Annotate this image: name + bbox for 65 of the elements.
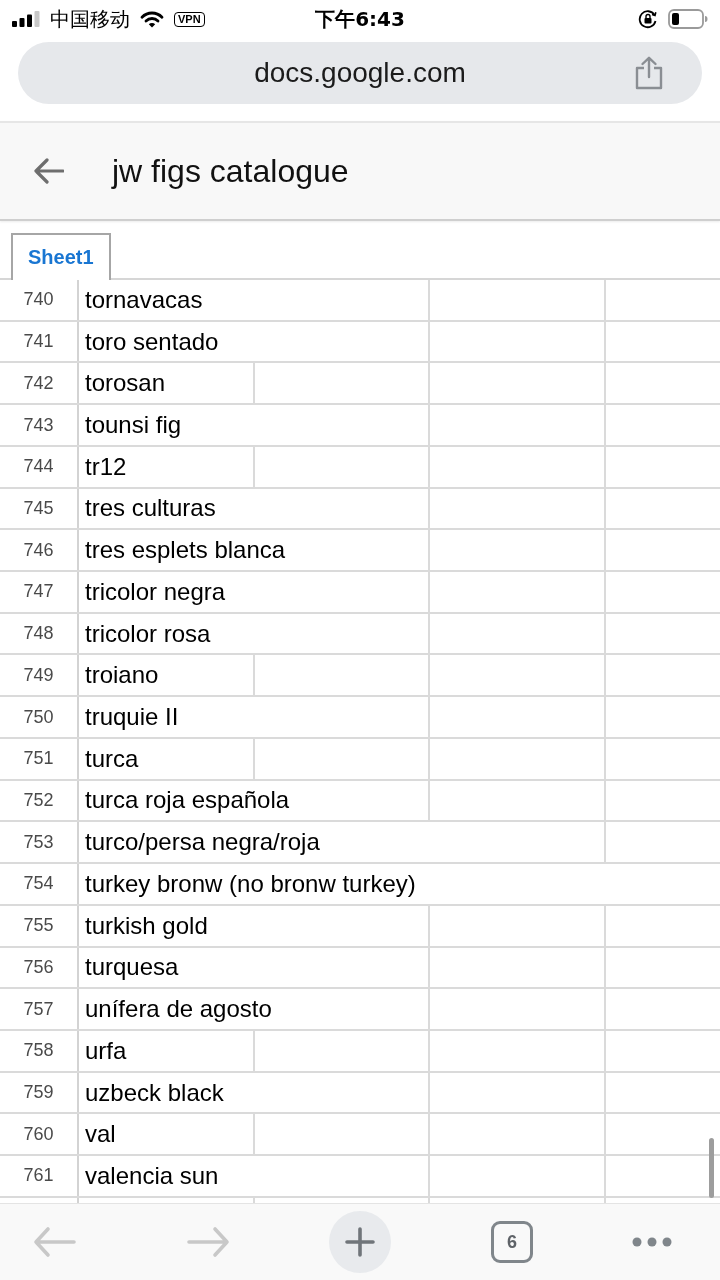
tab-count-button[interactable]: 6 bbox=[491, 1221, 533, 1263]
row-number: 747 bbox=[0, 572, 79, 612]
row-number: 761 bbox=[0, 1156, 79, 1196]
row-number: 740 bbox=[0, 280, 79, 320]
row-number: 744 bbox=[0, 446, 79, 487]
row-number: 745 bbox=[0, 488, 79, 529]
arrow-left-icon bbox=[33, 158, 64, 184]
table-cell: torosan bbox=[79, 363, 255, 404]
vpn-indicator: VPN bbox=[174, 11, 205, 27]
table-cell: valencia sun bbox=[79, 1156, 430, 1196]
scrollbar[interactable] bbox=[709, 1138, 714, 1198]
table-cell: val bbox=[79, 1114, 255, 1155]
table-cell: troiano bbox=[79, 655, 255, 696]
address-bar[interactable]: docs.google.com bbox=[18, 42, 702, 104]
table-cell: urfa bbox=[79, 1030, 255, 1071]
table-cell: truquie II bbox=[79, 697, 430, 737]
row-number: 760 bbox=[0, 1114, 79, 1155]
table-cell: tr12 bbox=[79, 446, 255, 487]
table-cell: tricolor rosa bbox=[79, 613, 430, 654]
arrow-left-icon bbox=[33, 1226, 77, 1258]
table-cell: uzbeck black bbox=[79, 1072, 430, 1113]
row-number: 750 bbox=[0, 697, 79, 737]
arrow-right-icon bbox=[186, 1226, 230, 1258]
table-cell: turca bbox=[79, 738, 255, 779]
sheet-tab[interactable]: Sheet1 bbox=[11, 233, 111, 280]
row-number: 743 bbox=[0, 405, 79, 445]
share-icon[interactable] bbox=[634, 56, 664, 90]
table-cell: tounsi fig bbox=[79, 405, 430, 445]
table-cell: turco/persa negra/roja bbox=[79, 822, 606, 863]
row-number: 758 bbox=[0, 1030, 79, 1071]
document-title: jw figs catalogue bbox=[112, 152, 349, 190]
row-number: 757 bbox=[0, 989, 79, 1029]
row-number: 751 bbox=[0, 738, 79, 779]
clock-time: 下午6:43 bbox=[315, 5, 405, 33]
table-cell-text: turkey bronw (no bronw turkey) bbox=[84, 868, 417, 899]
table-cell: tornavacas bbox=[79, 280, 430, 320]
row-number: 754 bbox=[0, 864, 79, 904]
signal-icon bbox=[12, 11, 40, 27]
row-number: 742 bbox=[0, 363, 79, 404]
more-button[interactable] bbox=[632, 1237, 672, 1247]
row-number: 748 bbox=[0, 613, 79, 654]
table-cell: tres culturas bbox=[79, 488, 430, 529]
row-number: 741 bbox=[0, 321, 79, 362]
table-cell: turkish gold bbox=[79, 905, 430, 946]
url-text[interactable]: docs.google.com bbox=[254, 57, 466, 89]
table-cell: tricolor negra bbox=[79, 572, 430, 612]
table-cell: turquesa bbox=[79, 947, 430, 988]
battery-icon bbox=[668, 9, 708, 29]
row-number: 753 bbox=[0, 822, 79, 863]
row-number: 756 bbox=[0, 947, 79, 988]
row-number: 749 bbox=[0, 655, 79, 696]
table-cell: toro sentado bbox=[79, 321, 430, 362]
more-dots-icon bbox=[632, 1237, 672, 1247]
table-cell: turca roja española bbox=[79, 780, 430, 821]
table-cell: tres esplets blanca bbox=[79, 530, 430, 571]
row-number: 759 bbox=[0, 1072, 79, 1113]
row-number: 752 bbox=[0, 780, 79, 821]
row-number: 755 bbox=[0, 905, 79, 946]
wifi-icon bbox=[140, 10, 164, 28]
back-button[interactable] bbox=[33, 158, 64, 184]
row-number: 746 bbox=[0, 530, 79, 571]
rotation-lock-icon bbox=[638, 9, 658, 29]
carrier-name: 中国移动 bbox=[50, 5, 130, 33]
table-cell: unífera de agosto bbox=[79, 989, 430, 1029]
plus-icon bbox=[345, 1227, 375, 1257]
